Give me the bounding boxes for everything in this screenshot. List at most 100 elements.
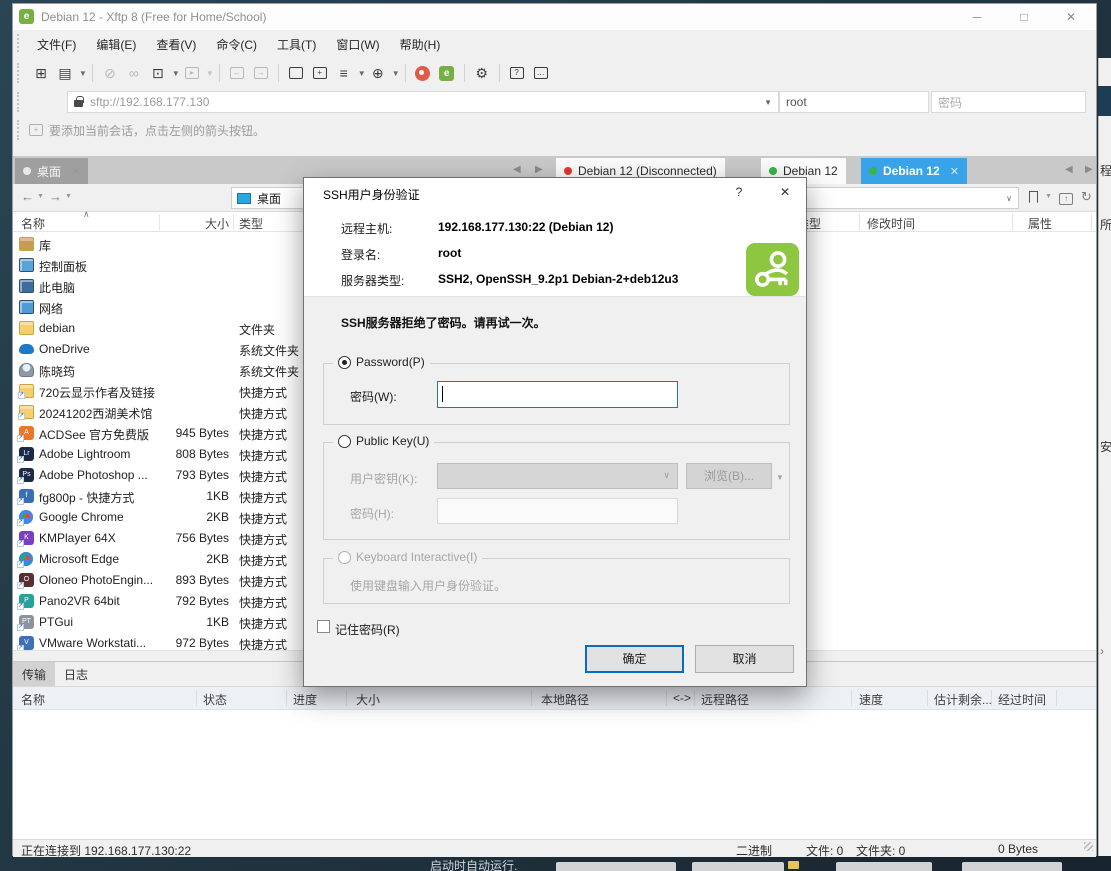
bookmark-dropdown-icon[interactable]: ▼ (1045, 193, 1052, 200)
transfer-column-1[interactable]: 状态 (203, 691, 227, 708)
session-tab-scroll-left-icon[interactable]: ◀ (1065, 164, 1073, 175)
browse-dropdown-icon[interactable]: ▼ (776, 473, 784, 482)
password-radio-row[interactable]: Password(P) (333, 355, 430, 369)
file-row-3[interactable]: 网络 (13, 297, 313, 318)
session-properties-icon[interactable]: ⊡ (147, 62, 169, 84)
session-tab-scroll-right-icon[interactable]: ▶ (1085, 164, 1093, 175)
local-tab-scroll-right-icon[interactable]: ▶ (535, 164, 543, 175)
column-name[interactable]: 名称 (21, 215, 45, 232)
menu-item-2[interactable]: 查看(V) (146, 32, 206, 57)
encoding-globe-icon-dropdown[interactable]: ▼ (392, 69, 400, 78)
forward-icon[interactable]: → (49, 189, 62, 204)
cancel-button[interactable]: 取消 (695, 645, 794, 673)
open-folder-icon-dropdown[interactable]: ▼ (79, 69, 87, 78)
file-row-2[interactable]: 此电脑 (13, 276, 313, 297)
transfer-column-5[interactable]: <-> (673, 691, 691, 705)
remote-path-dropdown-icon[interactable]: ∨ (1006, 194, 1012, 203)
file-row-17[interactable]: P↗Pano2VR 64bit792 Bytes快捷方式 (13, 591, 313, 612)
username-input[interactable]: root (779, 91, 929, 113)
password-radio[interactable] (338, 356, 351, 369)
transfer-column-3[interactable]: 大小 (356, 691, 380, 708)
session-properties-icon-dropdown[interactable]: ▼ (172, 69, 180, 78)
file-row-13[interactable]: ↗Google Chrome2KB快捷方式 (13, 507, 313, 528)
column-type[interactable]: 类型 (239, 215, 263, 232)
transfer-column-9[interactable]: 经过时间 (998, 691, 1046, 708)
toolbar-overflow-icon[interactable]: ⋮ (1107, 60, 1111, 74)
transfer-tab-0[interactable]: 传输 (13, 662, 55, 686)
transfer-column-0[interactable]: 名称 (21, 691, 45, 708)
session-tab-2[interactable]: Debian 12✕ (861, 158, 967, 184)
remote-path-input[interactable]: ∨ (797, 187, 1019, 209)
keyboard-radio-row[interactable]: Keyboard Interactive(I) (333, 550, 482, 564)
encoding-globe-icon[interactable]: ⊕ (367, 62, 389, 84)
dialog-title-bar[interactable]: SSH用户身份验证 ? ✕ (304, 178, 806, 207)
dialog-close-button[interactable]: ✕ (764, 178, 806, 207)
file-row-4[interactable]: debian文件夹 (13, 318, 313, 339)
addressbar-grip[interactable] (17, 92, 19, 112)
scroll-right-icon[interactable]: › (1100, 644, 1104, 658)
column-size[interactable]: 大小 (167, 215, 229, 232)
back-dropdown-icon[interactable]: ▼ (37, 193, 44, 200)
folder-up-icon[interactable]: ↑ (1059, 189, 1073, 205)
address-dropdown-icon[interactable]: ▼ (764, 98, 772, 107)
title-bar[interactable]: e Debian 12 - Xftp 8 (Free for Home/Scho… (13, 4, 1096, 30)
file-row-10[interactable]: Lr↗Adobe Lightroom808 Bytes快捷方式 (13, 444, 313, 465)
password-input[interactable]: 密码 (931, 91, 1086, 113)
xftp-icon[interactable]: e (436, 62, 458, 84)
transfer-column-4[interactable]: 本地路径 (541, 691, 589, 708)
maximize-button[interactable]: □ (1006, 4, 1042, 30)
menu-item-1[interactable]: 编辑(E) (86, 32, 146, 57)
close-button[interactable]: ✕ (1053, 4, 1089, 30)
open-folder-icon[interactable]: ▤ (54, 62, 76, 84)
publickey-radio[interactable] (338, 435, 351, 448)
file-row-18[interactable]: PT↗PTGui1KB快捷方式 (13, 612, 313, 633)
forward-dropdown-icon[interactable]: ▼ (65, 193, 72, 200)
address-url-input[interactable]: sftp://192.168.177.130 ▼ (67, 91, 779, 113)
remote-column-attr[interactable]: 属性 (1028, 215, 1052, 232)
infobar-grip[interactable] (17, 120, 19, 140)
new-session-icon[interactable]: ⊞ (30, 62, 52, 84)
menu-item-0[interactable]: 文件(F) (27, 32, 86, 57)
browse-button[interactable]: 浏览(B)... (686, 463, 772, 489)
ok-button[interactable]: 确定 (585, 645, 684, 673)
file-row-15[interactable]: ↗Microsoft Edge2KB快捷方式 (13, 549, 313, 570)
file-row-14[interactable]: K↗KMPlayer 64X756 Bytes快捷方式 (13, 528, 313, 549)
keyboard-radio[interactable] (338, 551, 351, 564)
transfer-column-6[interactable]: 远程路径 (701, 691, 749, 708)
xshell-icon[interactable] (412, 62, 434, 84)
remember-password-checkbox[interactable] (317, 620, 330, 633)
toolbar-grip[interactable] (17, 63, 19, 83)
transfer-column-8[interactable]: 估计剩余... (934, 691, 992, 708)
menu-item-3[interactable]: 命令(C) (206, 32, 267, 57)
new-window-icon[interactable]: + (309, 62, 331, 84)
dialog-help-button[interactable]: ? (718, 178, 760, 207)
key-passphrase-input[interactable] (437, 498, 678, 524)
bookmark-icon[interactable] (1029, 191, 1038, 206)
file-row-5[interactable]: OneDrive系统文件夹 (13, 339, 313, 360)
view-list-icon[interactable]: ≡ (333, 62, 355, 84)
transfer-tab-1[interactable]: 日志 (55, 662, 97, 686)
file-row-12[interactable]: f↗fg800p - 快捷方式1KB快捷方式 (13, 486, 313, 507)
duplicate-window-icon[interactable] (285, 62, 307, 84)
file-row-1[interactable]: 控制面板 (13, 255, 313, 276)
back-icon[interactable]: ← (21, 189, 34, 204)
menubar-grip[interactable] (17, 34, 19, 52)
user-key-combo[interactable]: ∨ (437, 463, 678, 489)
file-row-11[interactable]: Ps↗Adobe Photoshop ...793 Bytes快捷方式 (13, 465, 313, 486)
file-row-6[interactable]: 陈晓筠系统文件夹 (13, 360, 313, 381)
transfer-column-2[interactable]: 进度 (293, 691, 317, 708)
local-tab-desktop[interactable]: 桌面✕ (15, 158, 88, 184)
remote-column-mtime[interactable]: 修改时间 (867, 215, 915, 232)
dialog-password-input[interactable] (437, 381, 678, 408)
file-row-7[interactable]: ↗720云显示作者及链接快捷方式 (13, 381, 313, 402)
view-list-icon-dropdown[interactable]: ▼ (358, 69, 366, 78)
menu-item-6[interactable]: 帮助(H) (390, 32, 451, 57)
tab-close-icon[interactable]: ✕ (950, 165, 959, 178)
file-row-8[interactable]: ↗20241202西湖美术馆快捷方式 (13, 402, 313, 423)
menu-item-4[interactable]: 工具(T) (267, 32, 326, 57)
file-row-16[interactable]: O↗Oloneo PhotoEngin...893 Bytes快捷方式 (13, 570, 313, 591)
file-row-0[interactable]: 库 (13, 234, 313, 255)
help-icon[interactable]: ? (506, 62, 528, 84)
publickey-radio-row[interactable]: Public Key(U) (333, 434, 434, 448)
resize-grip[interactable] (1084, 842, 1093, 851)
